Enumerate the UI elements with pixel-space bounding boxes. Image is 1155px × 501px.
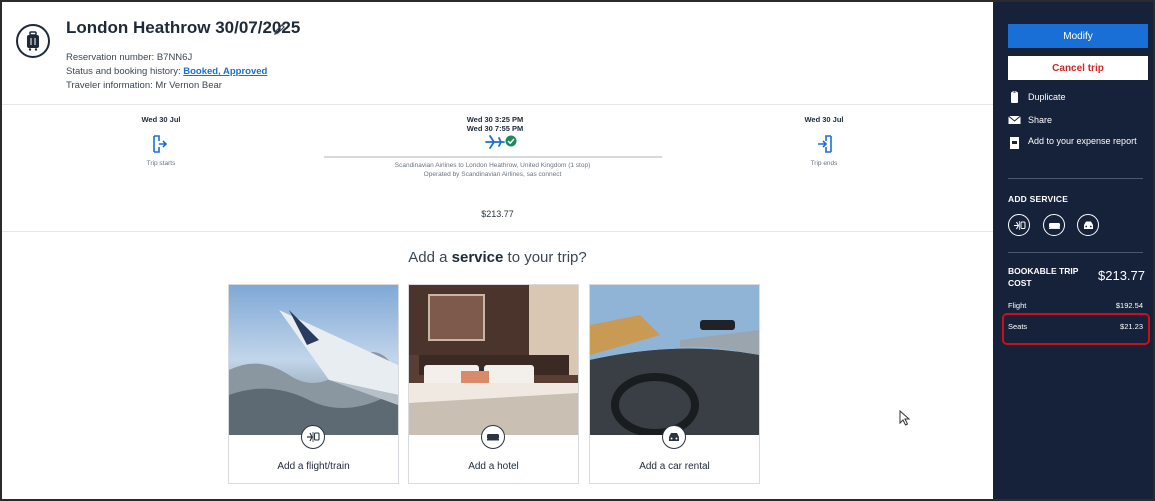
card-label: Add a flight/train xyxy=(277,461,350,472)
trip-end-icon xyxy=(817,135,833,158)
timeline-divider xyxy=(2,231,993,232)
add-hotel-card[interactable]: Add a hotel xyxy=(408,284,579,484)
add-service-heading: ADD SERVICE xyxy=(1008,194,1069,204)
cancel-trip-button[interactable]: Cancel trip xyxy=(1008,56,1148,80)
status-line: Status and booking history: Booked, Appr… xyxy=(66,66,267,77)
sidebar-divider xyxy=(1008,178,1143,179)
trip-timeline: Wed 30 Jul Trip starts Wed 30 3:25 PM We… xyxy=(2,105,993,231)
flight-route: Scandinavian Airlines to London Heathrow… xyxy=(394,162,591,169)
airplane-icon[interactable] xyxy=(485,135,505,154)
add-car-rental-card[interactable]: Add a car rental xyxy=(589,284,760,484)
bed-icon xyxy=(481,425,505,449)
pencil-icon[interactable] xyxy=(274,22,285,40)
share-link[interactable]: Share xyxy=(1008,114,1138,126)
trip-actions-sidebar: Modify Cancel trip Duplicate Share Add t… xyxy=(993,2,1153,499)
confirmed-check-icon xyxy=(505,134,517,152)
mouse-cursor-icon xyxy=(899,409,911,431)
traveler-information: Traveler information: Mr Vernon Bear xyxy=(66,80,222,91)
receipt-icon xyxy=(1008,135,1021,149)
reservation-number: Reservation number: B7NN6J xyxy=(66,52,193,63)
status-prefix: Status and booking history: xyxy=(66,66,184,77)
wing-photo xyxy=(229,285,398,435)
add-hotel-button[interactable] xyxy=(1043,214,1065,236)
trip-title: London Heathrow 30/07/2025 xyxy=(66,18,301,37)
add-flight-train-card[interactable]: Add a flight/train xyxy=(228,284,399,484)
heading-pre: Add a xyxy=(408,249,452,266)
add-car-rental-button[interactable] xyxy=(1077,214,1099,236)
flight-cost-label: Flight xyxy=(1008,301,1027,310)
share-label: Share xyxy=(1028,115,1053,125)
trip-start-date: Wed 30 Jul xyxy=(141,115,181,124)
modify-button[interactable]: Modify xyxy=(1008,24,1148,48)
clipboard-icon xyxy=(1008,90,1021,103)
car-interior-photo xyxy=(590,285,759,435)
flight-cost-value: $192.54 xyxy=(1115,301,1143,310)
sidebar-divider xyxy=(1008,252,1143,253)
trip-start-icon xyxy=(152,135,168,158)
timeline-line xyxy=(324,156,662,158)
trip-header: London Heathrow 30/07/2025 Reservation n… xyxy=(2,2,993,104)
duplicate-label: Duplicate xyxy=(1028,92,1066,102)
timeline-price: $213.77 xyxy=(481,209,514,219)
card-label: Add a car rental xyxy=(639,461,710,472)
bookable-cost-total: $213.77 xyxy=(1098,268,1145,283)
bookable-cost-label: BOOKABLE TRIP COST xyxy=(1008,266,1079,288)
booking-status-link[interactable]: Booked, Approved xyxy=(183,66,267,77)
add-service-heading: Add a service to your trip? xyxy=(2,249,993,266)
expense-label: Add to your expense report xyxy=(1028,136,1137,146)
duplicate-link[interactable]: Duplicate xyxy=(1008,90,1138,103)
add-flight-train-button[interactable] xyxy=(1008,214,1030,236)
trip-start-label: Trip starts xyxy=(146,160,176,167)
expense-report-link[interactable]: Add to your expense report xyxy=(1008,135,1138,149)
trip-details-panel: London Heathrow 30/07/2025 Reservation n… xyxy=(2,2,993,499)
hotel-room-photo xyxy=(409,285,578,435)
envelope-icon xyxy=(1008,114,1021,126)
flight-operator: Operated by Scandinavian Airlines, sas c… xyxy=(423,171,562,178)
flight-cost-row: Flight $192.54 xyxy=(1008,301,1143,310)
flight-train-icon xyxy=(301,425,325,449)
flight-depart-time: Wed 30 3:25 PM xyxy=(466,115,524,124)
trip-end-label: Trip ends xyxy=(810,160,838,167)
flight-arrive-time: Wed 30 7:55 PM xyxy=(466,124,524,133)
trip-end-date: Wed 30 Jul xyxy=(804,115,844,124)
heading-bold: service xyxy=(451,249,504,266)
car-icon xyxy=(662,425,686,449)
seats-highlight-box xyxy=(1002,313,1150,345)
suitcase-icon xyxy=(16,24,50,58)
card-label: Add a hotel xyxy=(468,461,519,472)
heading-post: to your trip? xyxy=(503,249,587,266)
